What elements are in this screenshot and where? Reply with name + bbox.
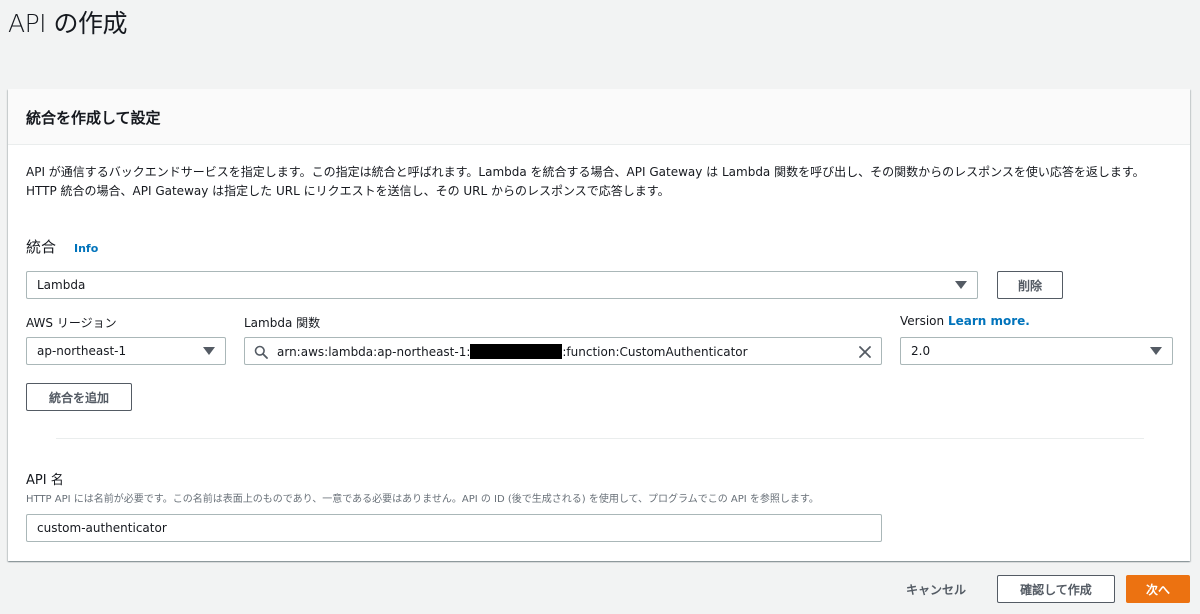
cancel-button[interactable]: キャンセル	[894, 575, 978, 603]
info-link[interactable]: Info	[74, 242, 98, 255]
region-label: AWS リージョン	[26, 316, 117, 330]
region-value: ap-northeast-1	[37, 344, 127, 358]
review-and-create-button[interactable]: 確認して作成	[997, 575, 1115, 603]
api-name-value: custom-authenticator	[37, 521, 167, 535]
clear-icon[interactable]	[858, 345, 872, 359]
panel-title: 統合を作成して設定	[26, 109, 161, 127]
integration-label: 統合	[26, 238, 57, 256]
caret-down-icon	[203, 347, 215, 355]
version-select[interactable]: 2.0	[900, 337, 1173, 365]
function-label: Lambda 関数	[244, 316, 321, 330]
redacted-account-id	[470, 343, 563, 359]
integration-type-select[interactable]: Lambda	[26, 271, 978, 299]
add-integration-button[interactable]: 統合を追加	[26, 383, 132, 411]
divider	[56, 438, 1144, 439]
version-label-text: Version	[900, 314, 945, 328]
function-search-input[interactable]: arn:aws:lambda:ap-northeast-1: :function:…	[244, 337, 882, 365]
caret-down-icon	[1150, 347, 1162, 355]
function-arn-prefix: arn:aws:lambda:ap-northeast-1:	[277, 344, 471, 359]
api-name-input[interactable]: custom-authenticator	[26, 514, 882, 542]
api-name-hint: HTTP API には名前が必要です。この名前は表面上のものであり、一意である必…	[26, 494, 819, 505]
region-select[interactable]: ap-northeast-1	[26, 337, 226, 365]
caret-down-icon	[955, 281, 967, 289]
panel-header: 統合を作成して設定	[8, 89, 1190, 145]
function-arn-value: arn:aws:lambda:ap-northeast-1: :function:…	[245, 343, 748, 359]
learn-more-link[interactable]: Learn more.	[948, 314, 1030, 328]
next-button[interactable]: 次へ	[1126, 575, 1190, 603]
version-label: Version Learn more.	[900, 314, 1030, 328]
page-title: API の作成	[8, 9, 128, 38]
integration-type-value: Lambda	[37, 278, 86, 292]
version-value: 2.0	[911, 344, 931, 358]
function-arn-suffix: :function:CustomAuthenticator	[562, 344, 748, 359]
panel-description: API が通信するバックエンドサービスを指定します。この指定は統合と呼ばれます。…	[26, 165, 1145, 198]
search-icon	[254, 345, 268, 359]
remove-button[interactable]: 削除	[997, 271, 1063, 299]
integration-panel: 統合を作成して設定 API が通信するバックエンドサービスを指定します。この指定…	[8, 89, 1190, 561]
api-name-label: API 名	[26, 473, 64, 488]
